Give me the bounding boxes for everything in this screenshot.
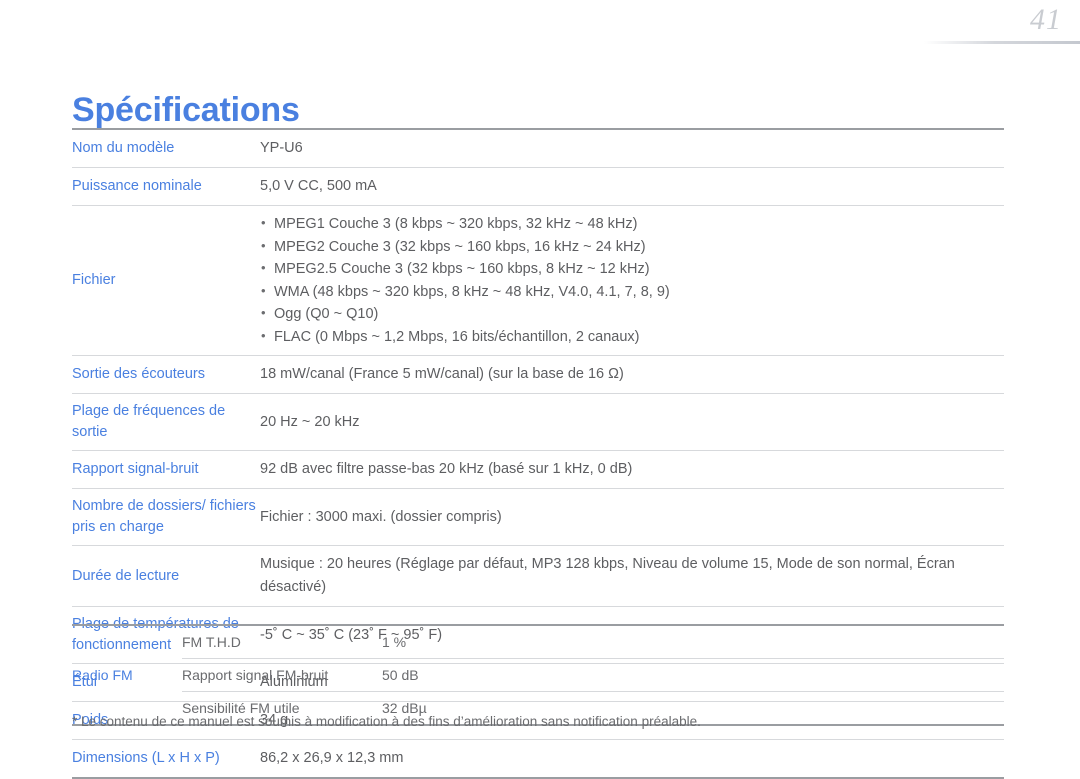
spec-label: Puissance nominale — [72, 178, 202, 194]
header-rule — [924, 41, 1080, 44]
file-format-list: MPEG1 Couche 3 (8 kbps ~ 320 kbps, 32 kH… — [260, 212, 1004, 349]
table-row: Nombre de dossiers/ fichiers pris en cha… — [72, 489, 1004, 546]
table-row: Dimensions (L x H x P) 86,2 x 26,9 x 12,… — [72, 740, 1004, 778]
page-header: 41 — [780, 0, 1080, 48]
spec-label: Nom du modèle — [72, 140, 175, 156]
table-row: Nom du modèle YP-U6 — [72, 129, 1004, 168]
footnote: * Le contenu de ce manuel est soumis à m… — [72, 714, 701, 729]
page-number: 41 — [1030, 3, 1062, 36]
spec-label: Plage de fréquences de sortie — [72, 403, 226, 440]
fm-radio-table: Radio FM FM T.H.D 1 % Rapport signal FM-… — [72, 624, 1004, 726]
spec-label: Sortie des écouteurs — [72, 366, 205, 382]
spec-value: 18 mW/canal (France 5 mW/canal) (sur la … — [260, 366, 624, 382]
spec-label: Dimensions (L x H x P) — [72, 750, 220, 766]
spec-value-list: MPEG1 Couche 3 (8 kbps ~ 320 kbps, 32 kH… — [260, 206, 1004, 356]
spec-value: YP-U6 — [260, 140, 303, 156]
table-row: Rapport signal FM-bruit 50 dB — [72, 659, 1004, 692]
fm-spec-name: FM T.H.D — [182, 634, 241, 650]
spec-value: 5,0 V CC, 500 mA — [260, 178, 377, 194]
fm-spec-name: Rapport signal FM-bruit — [182, 667, 329, 683]
fm-spec-value: 50 dB — [382, 667, 419, 683]
list-item: WMA (48 kbps ~ 320 kbps, 8 kHz ~ 48 kHz,… — [260, 280, 1004, 304]
table-row: Durée de lecture Musique : 20 heures (Ré… — [72, 546, 1004, 607]
table-row: Rapport signal-bruit 92 dB avec filtre p… — [72, 451, 1004, 489]
table-row: Fichier MPEG1 Couche 3 (8 kbps ~ 320 kbp… — [72, 206, 1004, 356]
spec-label: Fichier — [72, 272, 116, 288]
list-item: MPEG2.5 Couche 3 (32 kbps ~ 160 kbps, 8 … — [260, 257, 1004, 281]
page-title: Spécifications — [72, 90, 300, 129]
list-item: FLAC (0 Mbps ~ 1,2 Mbps, 16 bits/échanti… — [260, 325, 1004, 349]
fm-radio-table-container: Radio FM FM T.H.D 1 % Rapport signal FM-… — [72, 624, 1004, 726]
spec-value: Musique : 20 heures (Réglage par défaut,… — [260, 556, 955, 595]
table-row: Radio FM FM T.H.D 1 % — [72, 625, 1004, 683]
table-row: Plage de fréquences de sortie 20 Hz ~ 20… — [72, 394, 1004, 451]
list-item: MPEG1 Couche 3 (8 kbps ~ 320 kbps, 32 kH… — [260, 212, 1004, 236]
list-item: MPEG2 Couche 3 (32 kbps ~ 160 kbps, 16 k… — [260, 235, 1004, 259]
spec-value: 86,2 x 26,9 x 12,3 mm — [260, 750, 404, 766]
table-row: Puissance nominale 5,0 V CC, 500 mA — [72, 168, 1004, 206]
fm-spec-value: 1 % — [382, 634, 407, 650]
fm-radio-table-body: Radio FM FM T.H.D 1 % Rapport signal FM-… — [72, 625, 1004, 725]
table-row: Sortie des écouteurs 18 mW/canal (France… — [72, 356, 1004, 394]
spec-label: Rapport signal-bruit — [72, 461, 199, 477]
list-item: Ogg (Q0 ~ Q10) — [260, 302, 1004, 326]
spec-value: Fichier : 3000 maxi. (dossier compris) — [260, 508, 502, 525]
spec-label: Nombre de dossiers/ fichiers pris en cha… — [72, 498, 256, 535]
spec-value: 92 dB avec filtre passe-bas 20 kHz (basé… — [260, 461, 633, 477]
fm-group-label: Radio FM — [72, 667, 133, 683]
spec-label: Durée de lecture — [72, 567, 180, 584]
spec-value: 20 Hz ~ 20 kHz — [260, 413, 360, 430]
